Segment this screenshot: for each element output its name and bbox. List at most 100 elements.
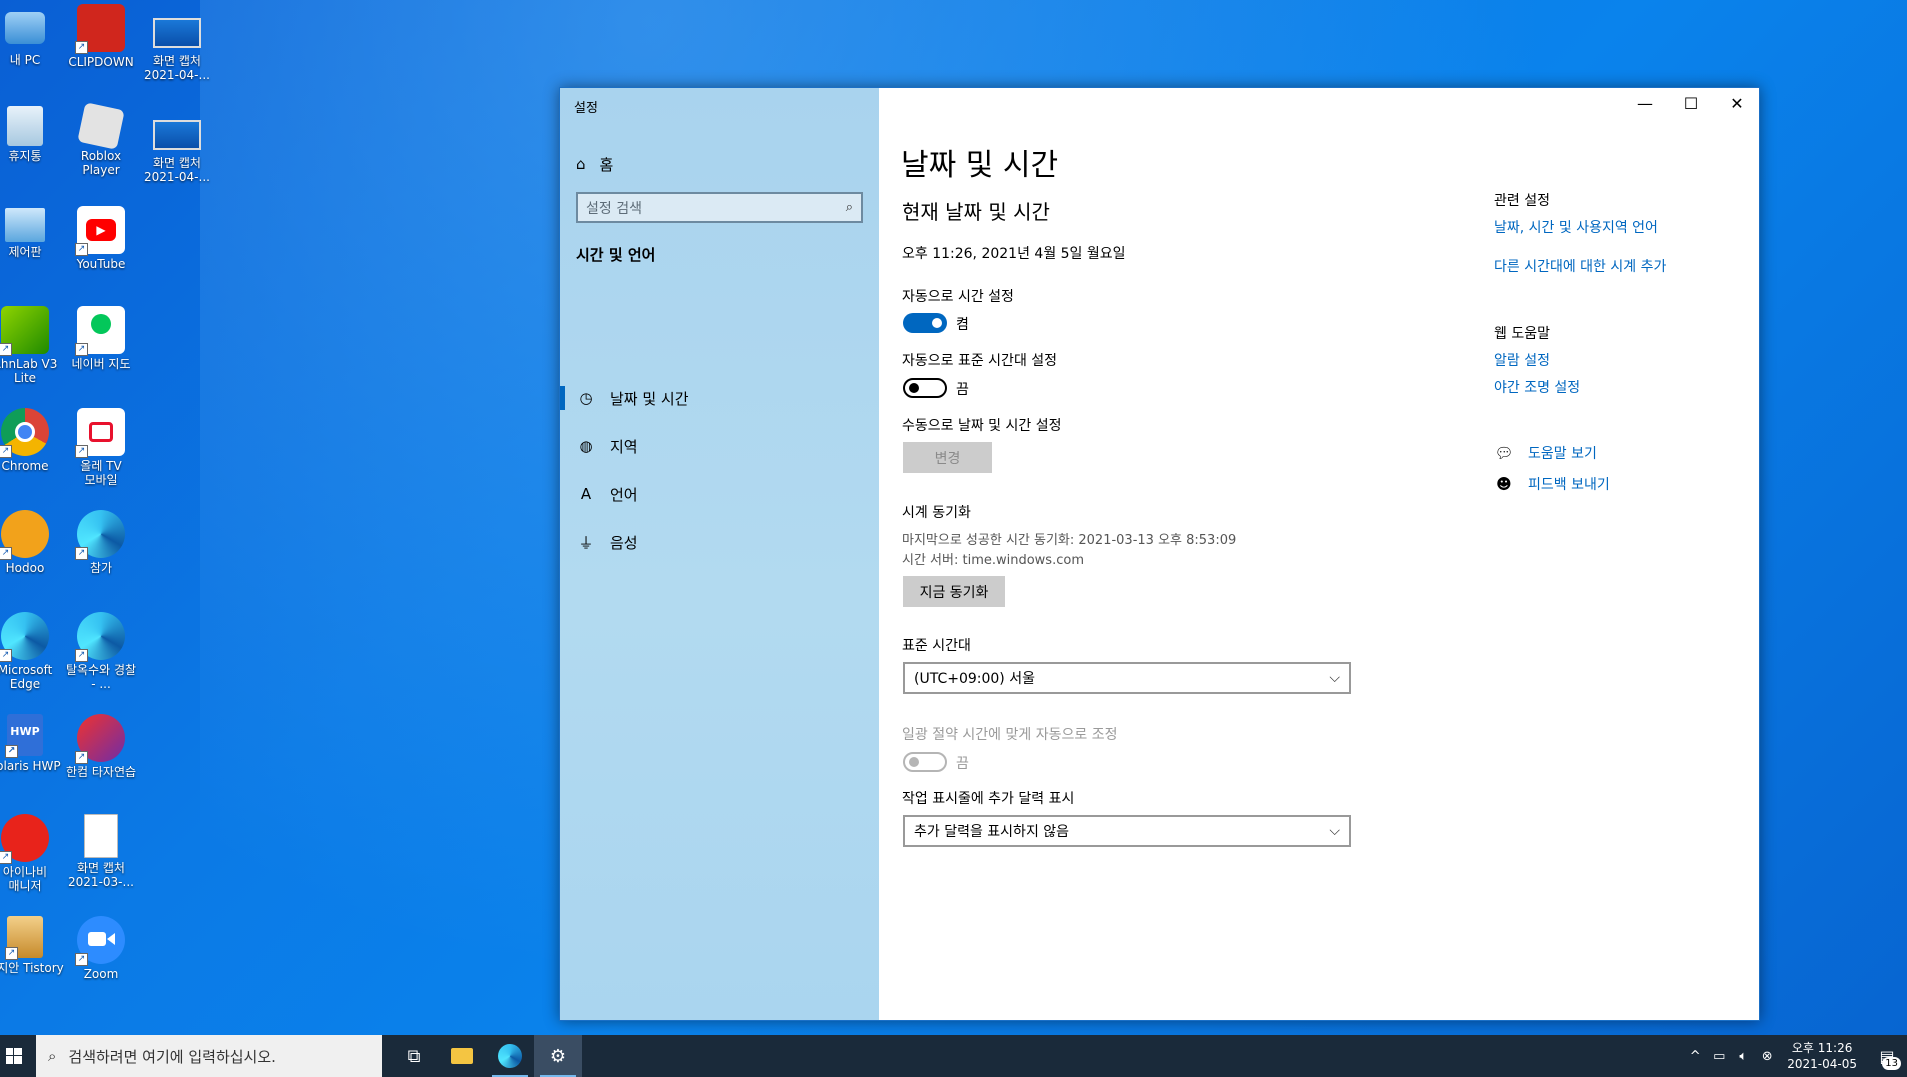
network-icon[interactable]: ▭: [1707, 1049, 1731, 1064]
taskbar-search-box[interactable]: ⌕ 검색하려면 여기에 입력하십시오.: [36, 1035, 382, 1077]
window-title: 설정: [574, 101, 598, 116]
desktop-icon-join[interactable]: ↗ 참가: [62, 510, 140, 575]
auto-timezone-toggle[interactable]: [903, 378, 947, 398]
settings-search-input[interactable]: 설정 검색 ⌕: [576, 192, 863, 223]
related-link-region-language[interactable]: 날짜, 시간 및 사용지역 언어: [1494, 217, 1658, 237]
desktop-icon-chrome[interactable]: ↗ Chrome: [0, 408, 64, 473]
desktop-icon-screenshot-3[interactable]: 화면 캡처 2021-03-...: [62, 814, 140, 889]
gear-icon: ⚙: [549, 1045, 567, 1067]
hancom-typing-icon: ↗: [75, 714, 125, 764]
timezone-value: (UTC+09:00) 서울: [914, 671, 1035, 687]
home-icon: ⌂: [576, 155, 586, 173]
calendar-label: 작업 표시줄에 추가 달력 표시: [902, 791, 1075, 807]
chevron-up-icon[interactable]: ^: [1683, 1049, 1707, 1064]
feedback-label: 피드백 보내기: [1528, 477, 1610, 493]
change-button[interactable]: 변경: [903, 442, 992, 473]
minimize-button[interactable]: —: [1622, 88, 1668, 118]
desktop-icon-zoom[interactable]: ↗ Zoom: [62, 916, 140, 981]
search-icon: ⌕: [48, 1047, 57, 1065]
sidebar-item-language[interactable]: A 언어: [560, 474, 879, 514]
document-icon: [84, 814, 118, 858]
related-link-add-clocks[interactable]: 다른 시간대에 대한 시계 추가: [1494, 256, 1666, 276]
chevron-down-icon: ⌵: [1329, 823, 1340, 839]
timezone-select[interactable]: (UTC+09:00) 서울 ⌵: [903, 662, 1351, 694]
taskbar-clock[interactable]: 오후 11:26 2021-04-05: [1779, 1040, 1867, 1072]
desktop-icon-jailbreak[interactable]: ↗ 탈옥수와 경찰 - ...: [62, 612, 140, 691]
related-settings-heading: 관련 설정: [1494, 193, 1550, 209]
dst-toggle[interactable]: [903, 752, 947, 772]
clock-time: 오후 11:26: [1791, 1041, 1853, 1055]
desktop-icon-control-panel[interactable]: 제어판: [0, 208, 64, 259]
globe-icon: ◍: [579, 437, 593, 455]
sidebar-item-date-time[interactable]: ◷ 날짜 및 시간: [560, 378, 879, 418]
settings-window: 설정 ⌂ 홈 설정 검색 ⌕ 시간 및 언어 ◷ 날짜 및 시간 ◍ 지역 A …: [559, 87, 1760, 1021]
desktop-icon-inavi[interactable]: ↗ 아이나비 매니저: [0, 814, 64, 893]
get-help-link[interactable]: 💬︎ 도움말 보기: [1494, 443, 1597, 463]
folder-icon: [451, 1048, 473, 1064]
action-center-button[interactable]: ▤ 13: [1867, 1035, 1907, 1077]
desktop-icon-this-pc[interactable]: 내 PC: [0, 6, 64, 67]
current-datetime: 오후 11:26, 2021년 4월 5일 월요일: [902, 246, 1126, 262]
clipdown-icon: ↗: [75, 4, 125, 54]
naver-map-icon: ↗: [75, 306, 125, 356]
desktop-icon-youtube[interactable]: ▶ ↗ YouTube: [62, 206, 140, 271]
edge-taskbar-button[interactable]: [486, 1035, 534, 1077]
desktop-icon-hodoo[interactable]: ↗ Hodoo: [0, 510, 64, 575]
sync-now-button[interactable]: 지금 동기화: [903, 576, 1005, 607]
sidebar-item-speech[interactable]: ⏚ 음성: [560, 522, 879, 562]
timezone-label: 표준 시간대: [902, 638, 971, 654]
desktop-icon-screenshot-2[interactable]: 화면 캡처 2021-04-...: [138, 120, 216, 184]
desktop-icon-ahnlab[interactable]: ↗ AhnLab V3 Lite: [0, 306, 64, 385]
taskbar: ⌕ 검색하려면 여기에 입력하십시오. ⧉ ⚙ ^ ▭ 🔈︎ ⊗ 오후 11:2…: [0, 1035, 1907, 1077]
auto-time-toggle[interactable]: [903, 313, 947, 333]
web-help-link-night-light[interactable]: 야간 조명 설정: [1494, 377, 1580, 397]
close-button[interactable]: ✕: [1714, 88, 1760, 118]
desktop-icon-roblox[interactable]: Roblox Player: [62, 102, 140, 177]
search-placeholder: 설정 검색: [586, 200, 642, 217]
sidebar-item-label: 음성: [610, 533, 638, 552]
calendar-select[interactable]: 추가 달력을 표시하지 않음 ⌵: [903, 815, 1351, 847]
web-help-heading: 웹 도움말: [1494, 326, 1550, 342]
settings-taskbar-button[interactable]: ⚙: [534, 1035, 582, 1077]
home-label: 홈: [599, 155, 614, 174]
control-panel-icon: [5, 208, 45, 242]
desktop-icon-screenshot-1[interactable]: 화면 캡처 2021-04-...: [138, 18, 216, 82]
computer-icon: [5, 12, 45, 44]
home-nav[interactable]: ⌂ 홈: [576, 152, 613, 176]
zoom-icon: ↗: [75, 916, 125, 966]
desktop-icon-hancom-typing[interactable]: ↗ 한컴 타자연습: [62, 714, 140, 779]
chevron-down-icon: ⌵: [1329, 670, 1340, 686]
feedback-link[interactable]: ☻ 피드백 보내기: [1494, 474, 1610, 494]
folder-zip-icon: ↗: [5, 916, 43, 960]
clock-sync-title: 시계 동기화: [902, 505, 971, 521]
sidebar-item-label: 지역: [610, 437, 638, 456]
get-help-label: 도움말 보기: [1528, 446, 1597, 462]
desktop-icon-edge[interactable]: ↗ Microsoft Edge: [0, 612, 64, 691]
feedback-person-icon: ☻: [1496, 475, 1512, 493]
time-server-text: 시간 서버: time.windows.com: [902, 553, 1084, 568]
desktop-icon-naver-map[interactable]: ↗ 네이버 지도: [62, 306, 140, 371]
maximize-button[interactable]: ☐: [1668, 88, 1714, 118]
edge-icon: ↗: [75, 510, 125, 560]
microphone-icon: ⏚: [578, 533, 594, 552]
file-explorer-button[interactable]: [438, 1035, 486, 1077]
desktop-icon-clipdown[interactable]: ↗ CLIPDOWN: [62, 4, 140, 69]
dst-state: 끔: [956, 756, 969, 772]
sidebar-item-label: 날짜 및 시간: [610, 389, 689, 408]
calendar-value: 추가 달력을 표시하지 않음: [914, 824, 1070, 840]
edge-icon: ↗: [0, 612, 49, 662]
web-help-link-alarms[interactable]: 알람 설정: [1494, 350, 1550, 370]
clock-date: 2021-04-05: [1787, 1057, 1857, 1071]
volume-icon[interactable]: 🔈︎: [1731, 1049, 1755, 1064]
hwp-file-icon: HWP ↗: [5, 714, 43, 758]
calendar-clock-icon: ◷: [579, 389, 593, 407]
desktop-icon-polaris-hwp[interactable]: HWP↗ Polaris HWP: [0, 714, 64, 773]
start-button[interactable]: [0, 1035, 28, 1077]
task-view-button[interactable]: ⧉: [390, 1035, 438, 1077]
sidebar-item-region[interactable]: ◍ 지역: [560, 426, 879, 466]
recycle-bin-icon: [7, 106, 43, 146]
desktop-icon-recycle-bin[interactable]: 휴지통: [0, 106, 64, 163]
desktop-icon-tistory[interactable]: ↗ 박지안 Tistory: [0, 916, 64, 975]
status-x-icon[interactable]: ⊗: [1755, 1049, 1779, 1064]
desktop-icon-olleh-tv[interactable]: ↗ 올레 TV 모바일: [62, 408, 140, 487]
